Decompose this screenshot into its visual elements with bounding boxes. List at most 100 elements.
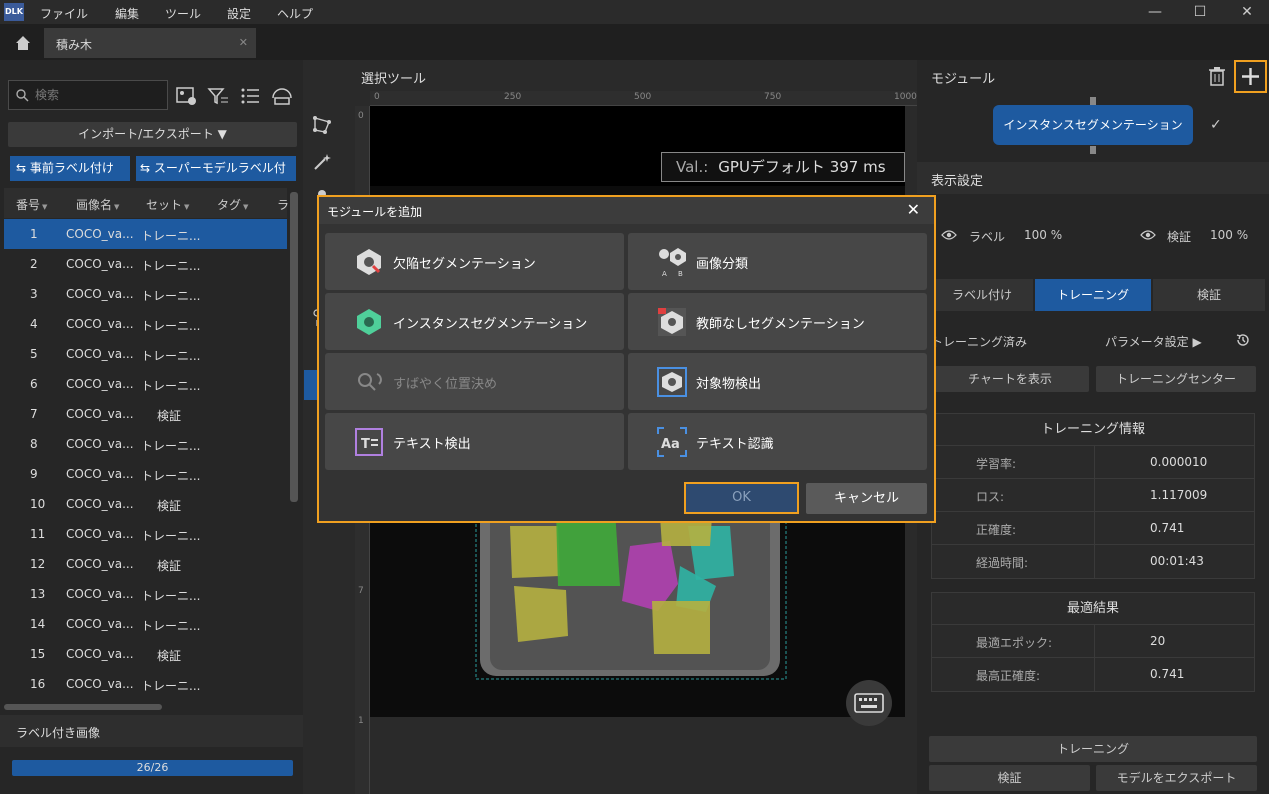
info-row: 学習率: 0.000010 [932, 446, 1254, 479]
connector [1090, 146, 1096, 154]
row-number: 6 [30, 377, 38, 391]
table-row[interactable]: 11 COCO_va... トレーニ... [4, 519, 287, 549]
table-row[interactable]: 10 COCO_va... 検証 [4, 489, 287, 519]
table-row[interactable]: 7 COCO_va... 検証 [4, 399, 287, 429]
verify-button[interactable]: 検証 [929, 765, 1090, 791]
tab-verify[interactable]: 検証 [1153, 279, 1265, 311]
search-input[interactable] [35, 87, 161, 103]
table-row[interactable]: 12 COCO_va... 検証 [4, 549, 287, 579]
eye-icon[interactable] [941, 229, 957, 241]
verify-visibility-label: 検証 [1167, 230, 1192, 244]
maximize-icon[interactable]: ☐ [1190, 2, 1210, 22]
dialog-close-icon[interactable]: ✕ [907, 200, 920, 219]
menu-file[interactable]: ファイル [40, 5, 88, 22]
prelabel-button[interactable]: ⇆ 事前ラベル付け [10, 156, 130, 181]
row-set: トレーニ... [141, 319, 201, 333]
horizontal-scrollbar[interactable] [4, 704, 162, 710]
row-number: 15 [30, 647, 46, 661]
info-row: 経過時間: 00:01:43 [932, 545, 1254, 578]
close-tab-icon[interactable]: ✕ [239, 36, 248, 49]
horizontal-ruler: 0 250 500 750 1000 [370, 91, 917, 106]
col-label[interactable]: ラ [277, 196, 289, 213]
row-image-name: COCO_va... [66, 407, 134, 421]
table-row[interactable]: 14 COCO_va... トレーニ... [4, 609, 287, 639]
row-number: 13 [30, 587, 46, 601]
minimize-icon[interactable]: — [1145, 2, 1165, 22]
row-number: 10 [30, 497, 46, 511]
tab-training[interactable]: トレーニング [1035, 279, 1151, 311]
module-text-detection[interactable]: T テキスト検出 [325, 413, 624, 470]
menu-edit[interactable]: 編集 [115, 5, 139, 22]
parameter-settings-link[interactable]: パラメータ設定 ▶ [1105, 333, 1202, 350]
train-button[interactable]: トレーニング [929, 736, 1257, 762]
tool-handle-icon[interactable] [311, 186, 333, 198]
info-divider [1094, 658, 1095, 691]
menu-help[interactable]: ヘルプ [277, 5, 313, 22]
import-export-button[interactable]: インポート/エクスポート ▼ [8, 122, 297, 147]
instance-seg-icon [357, 309, 381, 335]
vertical-scrollbar[interactable] [290, 192, 298, 502]
add-module-button[interactable] [1234, 60, 1267, 93]
table-row[interactable]: 4 COCO_va... トレーニ... [4, 309, 287, 339]
menu-tools[interactable]: ツール [165, 5, 201, 22]
table-row[interactable]: 3 COCO_va... トレーニ... [4, 279, 287, 309]
col-set[interactable]: セット ▼ [146, 196, 189, 213]
display-mode-icon[interactable] [270, 84, 294, 108]
search-box[interactable] [8, 80, 168, 110]
row-set: トレーニ... [141, 259, 201, 273]
cancel-button[interactable]: キャンセル [806, 483, 927, 514]
trash-icon[interactable] [1208, 65, 1226, 87]
supermodel-label: スーパーモデルラベル付 [153, 161, 286, 175]
col-image-name[interactable]: 画像名 ▼ [76, 196, 119, 213]
table-row[interactable]: 6 COCO_va... トレーニ... [4, 369, 287, 399]
svg-text:Aa: Aa [661, 437, 680, 452]
eye-icon[interactable] [1140, 229, 1156, 241]
training-center-button[interactable]: トレーニングセンター [1096, 366, 1256, 392]
table-row[interactable]: 16 COCO_va... トレーニ... [4, 669, 287, 699]
menu-settings[interactable]: 設定 [227, 5, 251, 22]
module-object-detection[interactable]: 対象物検出 [628, 353, 927, 410]
document-tab-label: 積み木 [56, 38, 93, 52]
list-view-icon[interactable] [238, 84, 262, 108]
module-image-classification[interactable]: AB 画像分類 [628, 233, 927, 290]
module-unsupervised-segmentation[interactable]: 教師なしセグメンテーション [628, 293, 927, 350]
table-row[interactable]: 2 COCO_va... トレーニ... [4, 249, 287, 279]
labeled-images-title: ラベル付き画像 [16, 726, 101, 740]
module-text-recognition[interactable]: Aa テキスト認識 [628, 413, 927, 470]
module-node-instance-seg[interactable]: インスタンスセグメンテーション [993, 105, 1193, 145]
keyboard-button[interactable] [846, 680, 892, 726]
module-instance-segmentation[interactable]: インスタンスセグメンテーション [325, 293, 624, 350]
col-number[interactable]: 番号 ▼ [16, 196, 47, 213]
export-model-button[interactable]: モデルをエクスポート [1096, 765, 1257, 791]
ok-button[interactable]: OK [684, 482, 799, 514]
table-row[interactable]: 13 COCO_va... トレーニ... [4, 579, 287, 609]
show-chart-button[interactable]: チャートを表示 [931, 366, 1089, 392]
table-row[interactable]: 5 COCO_va... トレーニ... [4, 339, 287, 369]
image-settings-icon[interactable] [175, 84, 199, 108]
table-row[interactable]: 1 COCO_va... トレーニ... [4, 219, 287, 249]
document-tab[interactable]: 積み木 ✕ [44, 28, 256, 58]
magic-wand-icon[interactable] [311, 151, 333, 173]
label-opacity[interactable]: 100 % [1024, 228, 1062, 242]
close-window-icon[interactable]: ✕ [1237, 2, 1257, 22]
filter-icon[interactable] [206, 84, 230, 108]
tab-bar: 積み木 ✕ [0, 28, 1269, 58]
table-row[interactable]: 15 COCO_va... 検証 [4, 639, 287, 669]
object-detection-icon [657, 367, 687, 397]
supermodel-label-button[interactable]: ⇆ スーパーモデルラベル付 [136, 156, 296, 181]
row-image-name: COCO_va... [66, 587, 134, 601]
polygon-tool-icon[interactable] [311, 114, 333, 136]
table-row[interactable]: 9 COCO_va... トレーニ... [4, 459, 287, 489]
tab-labeling[interactable]: ラベル付け [931, 279, 1033, 311]
module-defect-segmentation[interactable]: 欠陥セグメンテーション [325, 233, 624, 290]
info-row: 最適エポック: 20 [932, 625, 1254, 658]
table-row[interactable]: 8 COCO_va... トレーニ... [4, 429, 287, 459]
trained-status: トレーニング済み [931, 335, 1028, 349]
info-value: 00:01:43 [1150, 554, 1204, 568]
home-icon[interactable] [8, 28, 38, 58]
verify-opacity[interactable]: 100 % [1210, 228, 1248, 242]
row-set: トレーニ... [141, 469, 201, 483]
history-icon[interactable] [1235, 332, 1251, 348]
col-tag[interactable]: タグ ▼ [217, 196, 248, 213]
active-tool-indicator[interactable] [304, 370, 318, 400]
